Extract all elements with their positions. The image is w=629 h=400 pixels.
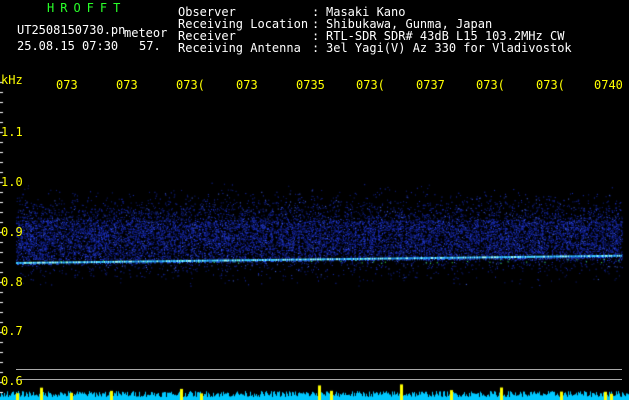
time-tick-label: 073 [56,78,78,92]
time-tick-label: 0735 [296,78,325,92]
metadata-sep: : [312,41,320,55]
spectrogram [0,0,629,400]
freq-tick-label: 1.0 [1,175,23,189]
file-name: UT2508150730.pn [17,23,126,37]
time-tick-label: 073( [536,78,565,92]
freq-tick-label: 0.6 [1,374,23,388]
time-tick-label: 0740 [594,78,623,92]
freq-tick-label: 0.8 [1,275,23,289]
time-tick-label: 073( [356,78,385,92]
metadata-value-antenna: 3el Yagi(V) Az 330 for Vladivostok [326,41,572,55]
freq-tick-label: 1.1 [1,125,23,139]
time-tick-label: 073( [176,78,205,92]
file-tag: meteor [124,26,168,40]
freq-tick-label: 0.7 [1,324,23,338]
time-tick-label: 073( [476,78,505,92]
guide-line [16,369,622,370]
freq-axis-unit: kHz [1,73,23,87]
app-title: HROFFT [47,1,127,15]
metadata-label-antenna: Receiving Antenna [178,41,301,55]
freq-tick-label: 0.9 [1,225,23,239]
time-tick-label: 073 [236,78,258,92]
time-tick-label: 073 [116,78,138,92]
time-tick-label: 0737 [416,78,445,92]
detection-count: 57. [139,39,161,53]
date-time: 25.08.15 07:30 [17,39,119,53]
guide-line [16,379,622,380]
